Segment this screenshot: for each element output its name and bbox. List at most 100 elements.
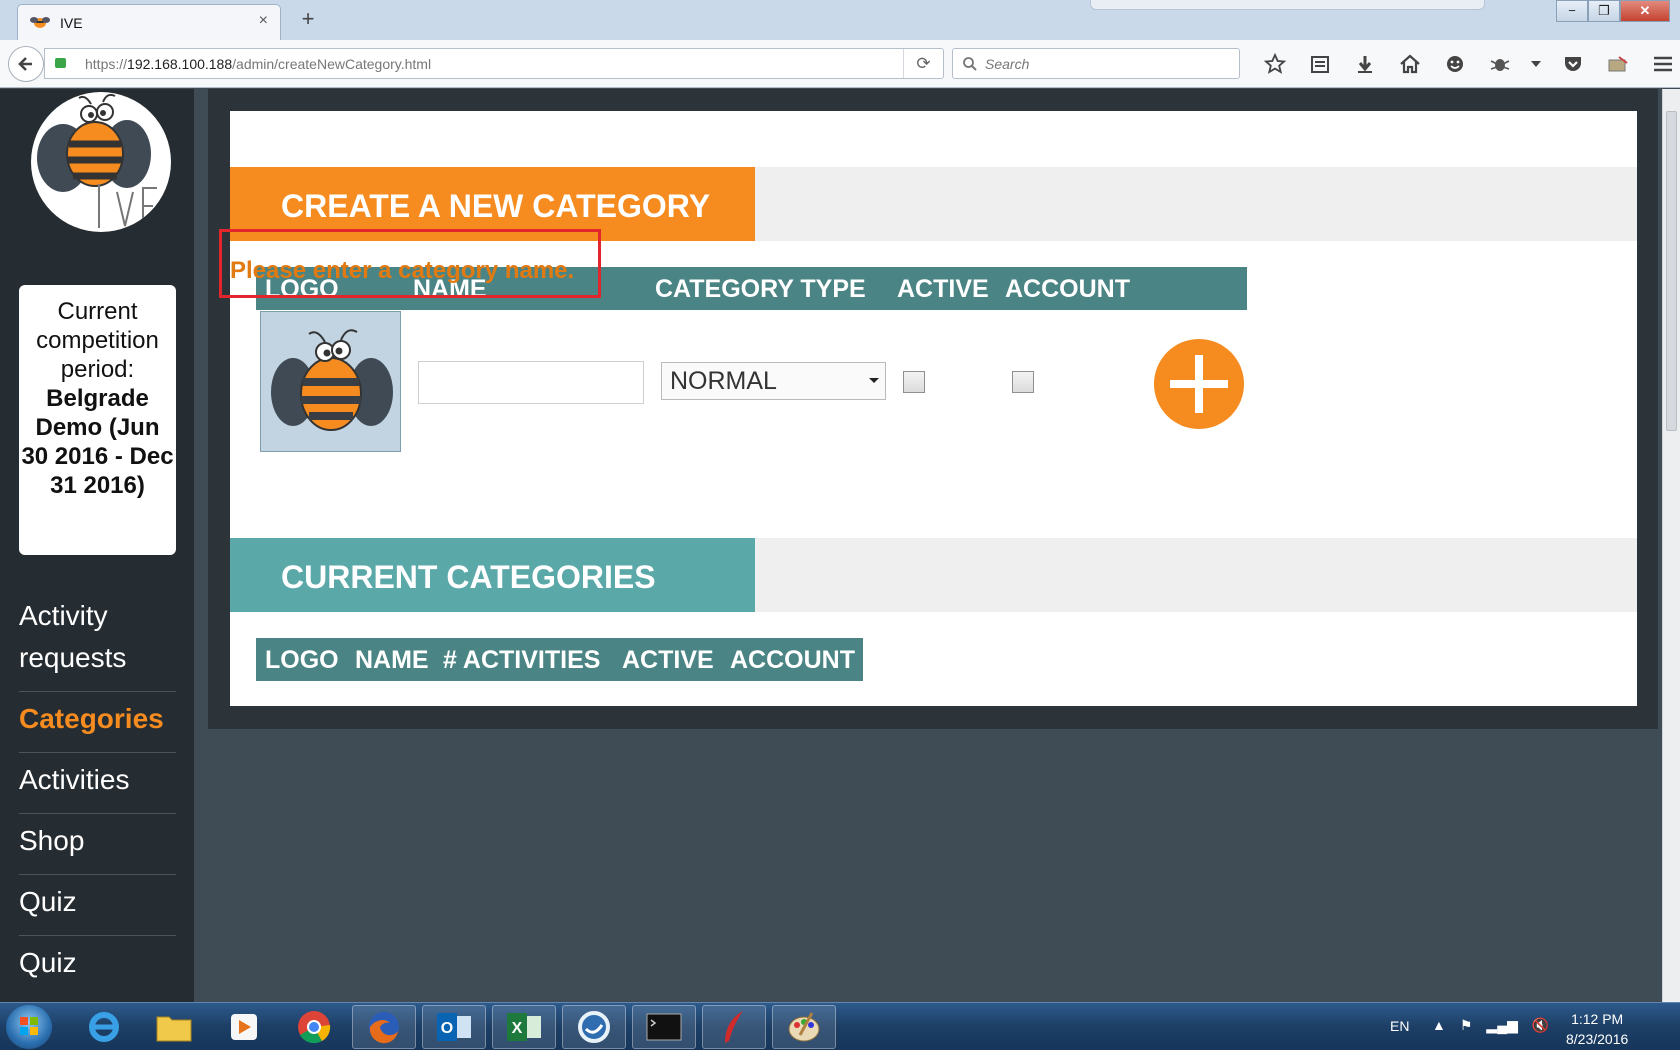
close-window-button[interactable]: ✕: [1620, 0, 1670, 22]
start-button[interactable]: [6, 1005, 52, 1049]
folder-icon: [156, 1016, 192, 1042]
category-type-select[interactable]: NORMAL: [661, 362, 886, 400]
chevron-down-icon[interactable]: [1522, 52, 1550, 76]
network-signal-icon[interactable]: ▂▄▆: [1486, 1017, 1517, 1034]
browser-navbar: https://192.168.100.188/admin/createNewC…: [0, 40, 1680, 88]
taskbar-paint[interactable]: [772, 1005, 836, 1049]
current-section-band: CURRENT CATEGORIES: [230, 538, 1637, 612]
taskbar-media-player[interactable]: [212, 1005, 276, 1049]
maximize-button[interactable]: ❐: [1588, 0, 1620, 22]
browser-toolbar: [1252, 52, 1680, 76]
sidebar-nav: Activity requests Categories Activities …: [19, 589, 176, 996]
internet-explorer-icon: [89, 1012, 119, 1042]
bee-favicon-icon: [30, 17, 50, 28]
add-category-button[interactable]: [1154, 339, 1244, 429]
svg-text:X: X: [512, 1020, 523, 1037]
category-name-input[interactable]: [418, 361, 644, 404]
search-icon: [963, 57, 977, 71]
back-button[interactable]: [8, 46, 44, 82]
ive-logo[interactable]: [31, 92, 171, 232]
search-input[interactable]: Search: [952, 48, 1240, 79]
bookmark-star-icon[interactable]: [1252, 52, 1297, 76]
volume-muted-icon[interactable]: 🔇: [1532, 1017, 1549, 1034]
col-account: ACCOUNT: [1005, 275, 1130, 303]
chrome-icon: [298, 1011, 331, 1044]
scrollbar-thumb[interactable]: [1666, 111, 1677, 431]
action-center-flag-icon[interactable]: ⚑: [1460, 1017, 1473, 1034]
reading-list-icon[interactable]: [1297, 52, 1342, 76]
active-checkbox[interactable]: [903, 371, 925, 393]
window-drag-grip[interactable]: [1090, 0, 1485, 10]
sidebar-item-quiz-2[interactable]: Quiz: [19, 936, 176, 996]
paint-palette-icon: [788, 1012, 820, 1042]
taskbar-firefox[interactable]: [352, 1005, 416, 1049]
url-bar[interactable]: https://192.168.100.188/admin/createNewC…: [44, 48, 944, 79]
col-category-type: CATEGORY TYPE: [655, 275, 866, 303]
list-col-logo: LOGO: [265, 646, 339, 674]
minimize-button[interactable]: −: [1556, 0, 1588, 22]
language-indicator[interactable]: EN: [1390, 1018, 1409, 1034]
list-col-account: ACCOUNT: [730, 646, 855, 674]
back-arrow-icon: [18, 57, 32, 71]
pocket-icon[interactable]: [1550, 52, 1595, 76]
firebug-icon[interactable]: [1477, 52, 1522, 76]
command-prompt-icon: [646, 1013, 682, 1041]
taskbar-outlook[interactable]: O: [422, 1005, 486, 1049]
windows-taskbar: O X EN ▲ ⚑ ▂▄▆ 🔇 1:12 PM 8/23/2016: [0, 1002, 1680, 1050]
windows-logo-icon: [20, 1017, 38, 1035]
download-icon[interactable]: [1342, 52, 1387, 76]
categories-table-header: LOGO NAME # ACTIVITIES ACTIVE ACCOUNT: [256, 638, 863, 681]
svg-text:O: O: [441, 1020, 453, 1037]
window-controls: − ❐ ✕: [1556, 0, 1670, 22]
sidebar-item-shop[interactable]: Shop: [19, 814, 176, 875]
new-tab-button[interactable]: +: [294, 4, 322, 34]
url-text: https://192.168.100.188/admin/createNewC…: [85, 56, 432, 72]
reload-icon[interactable]: ⟳: [903, 49, 943, 78]
browser-tab[interactable]: IVE ×: [17, 4, 281, 40]
extension-icon[interactable]: [1595, 52, 1640, 76]
firefox-icon: [369, 1012, 399, 1044]
category-logo-upload[interactable]: [260, 311, 401, 452]
category-type-value: NORMAL: [670, 367, 777, 395]
competition-period-box: Current competition period: Belgrade Dem…: [19, 285, 176, 555]
current-section-title: CURRENT CATEGORIES: [230, 538, 755, 612]
list-col-activities: # ACTIVITIES: [443, 646, 601, 674]
sidebar-item-categories[interactable]: Categories: [19, 692, 176, 753]
account-checkbox[interactable]: [1012, 371, 1034, 393]
menu-icon[interactable]: [1640, 52, 1680, 76]
taskbar-internet-explorer[interactable]: [72, 1005, 136, 1049]
admin-sidebar: Current competition period: Belgrade Dem…: [0, 89, 194, 1002]
bee-placeholder-icon: [271, 329, 393, 431]
browser-titlebar: IVE × + − ❐ ✕: [0, 0, 1680, 40]
taskbar-communicator[interactable]: [562, 1005, 626, 1049]
taskbar-excel[interactable]: X: [492, 1005, 556, 1049]
taskbar-chrome[interactable]: [282, 1005, 346, 1049]
home-icon[interactable]: [1387, 52, 1432, 76]
outlook-icon: O: [437, 1013, 471, 1041]
sidebar-item-activities[interactable]: Activities: [19, 753, 176, 814]
sidebar-item-quiz[interactable]: Quiz: [19, 875, 176, 936]
tab-close-icon[interactable]: ×: [259, 12, 268, 30]
tab-title: IVE: [60, 15, 83, 31]
excel-icon: X: [507, 1013, 541, 1041]
taskbar-command-prompt[interactable]: [632, 1005, 696, 1049]
list-col-active: ACTIVE: [622, 646, 714, 674]
col-active: ACTIVE: [897, 275, 989, 303]
dropdown-arrow-icon: [869, 378, 879, 383]
media-player-icon: [231, 1014, 257, 1040]
page-scrollbar[interactable]: [1662, 89, 1680, 1002]
list-col-name: NAME: [355, 646, 429, 674]
error-highlight-box: [219, 229, 601, 298]
tray-icons: ▲ ⚑ ▂▄▆ 🔇: [1432, 1017, 1549, 1034]
smiley-icon[interactable]: [1432, 52, 1477, 76]
clock-date: 8/23/2016: [1566, 1031, 1629, 1047]
taskbar-file-explorer[interactable]: [142, 1005, 206, 1049]
clock[interactable]: 1:12 PM 8/23/2016: [1566, 1009, 1628, 1049]
system-tray: EN ▲ ⚑ ▂▄▆ 🔇 1:12 PM 8/23/2016: [1390, 1003, 1680, 1050]
sidebar-item-activity-requests[interactable]: Activity requests: [19, 589, 176, 692]
show-hidden-icons-icon[interactable]: ▲: [1432, 1017, 1446, 1034]
web-page: Current competition period: Belgrade Dem…: [0, 89, 1662, 1002]
taskbar-pen-app[interactable]: [702, 1005, 766, 1049]
clock-time: 1:12 PM: [1571, 1011, 1624, 1027]
category-card: CREATE A NEW CATEGORY LOGO NAME CATEGORY…: [219, 111, 1637, 706]
